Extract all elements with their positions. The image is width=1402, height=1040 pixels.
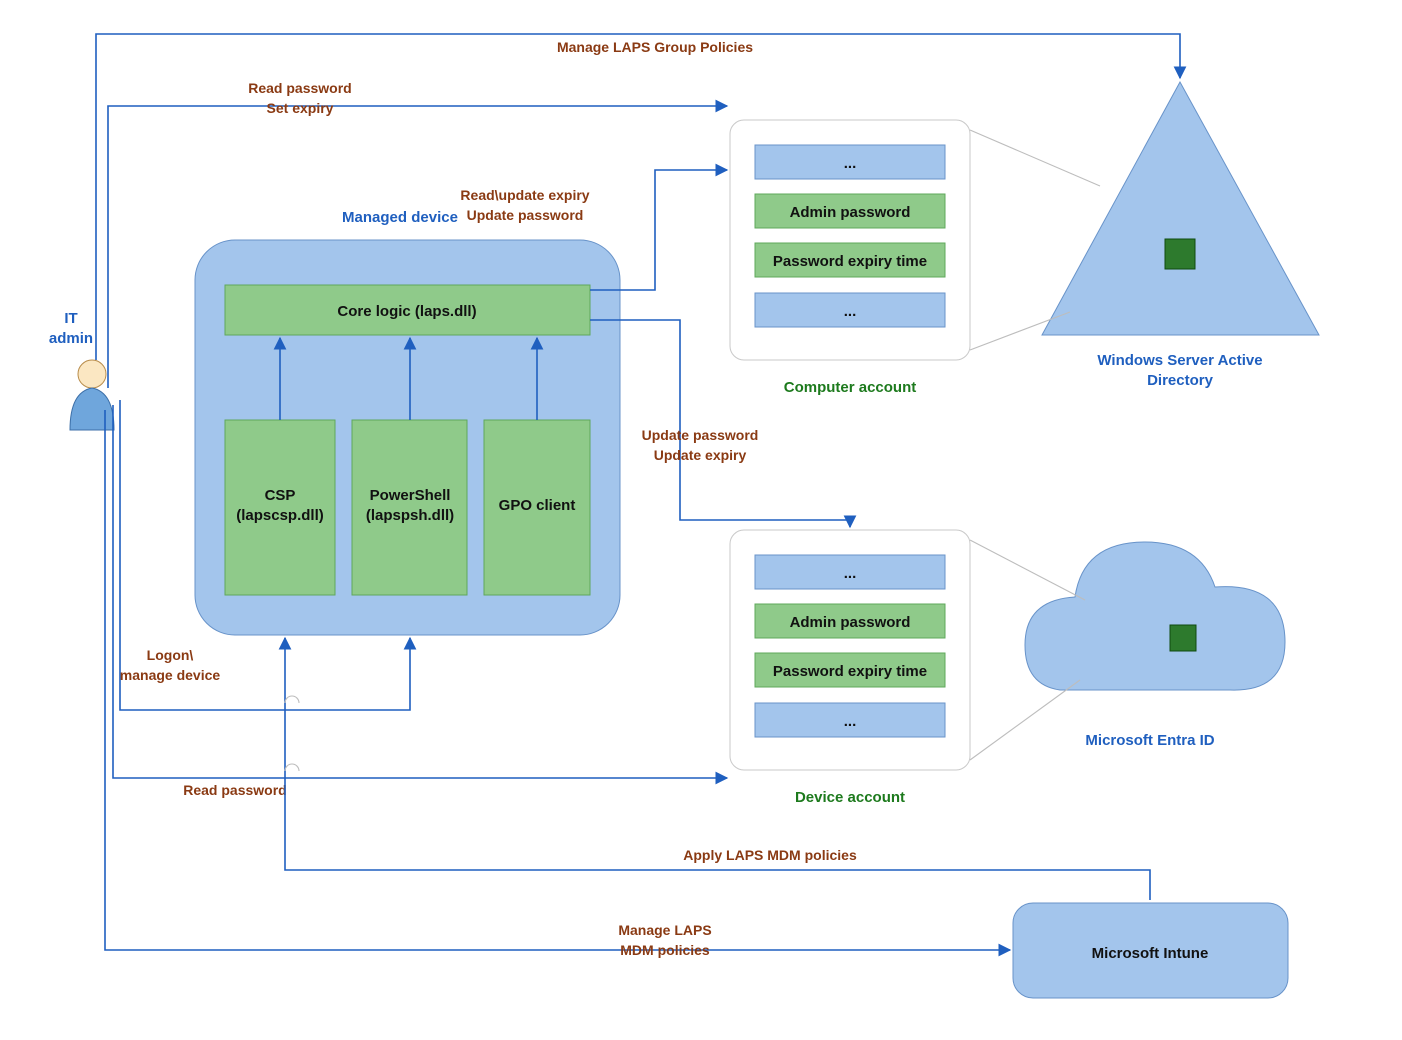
svg-text:Logon\: Logon\: [147, 647, 194, 663]
intune-node: Microsoft Intune: [1013, 903, 1288, 998]
svg-text:...: ...: [844, 303, 857, 320]
computer-account-panel: ... Admin password Password expiry time …: [730, 120, 970, 396]
module-gpo-client: GPO client: [484, 420, 590, 595]
svg-text:MDM policies: MDM policies: [620, 942, 710, 958]
svg-text:Windows Server Active: Windows Server Active: [1097, 352, 1262, 369]
module-powershell: PowerShell (lapspsh.dll): [352, 420, 467, 595]
managed-device: Managed device Core logic (laps.dll) CSP…: [195, 209, 620, 635]
managed-device-title: Managed device: [342, 209, 458, 226]
svg-text:Update password: Update password: [467, 207, 584, 223]
device-account-panel: ... Admin password Password expiry time …: [730, 530, 970, 806]
svg-text:Microsoft Entra ID: Microsoft Entra ID: [1085, 732, 1214, 749]
svg-text:...: ...: [844, 713, 857, 730]
svg-text:Read password: Read password: [248, 80, 351, 96]
active-directory-node: Windows Server Active Directory: [1042, 82, 1319, 389]
svg-text:Update password: Update password: [642, 427, 759, 443]
core-logic-label: Core logic (laps.dll): [337, 303, 476, 320]
device-account-title: Device account: [795, 789, 905, 806]
svg-text:manage device: manage device: [120, 667, 221, 683]
svg-text:Update expiry: Update expiry: [654, 447, 747, 463]
svg-text:Apply LAPS MDM policies: Apply LAPS MDM policies: [683, 847, 857, 863]
svg-text:Admin password: Admin password: [790, 614, 911, 631]
svg-text:Admin password: Admin password: [790, 204, 911, 221]
it-admin-label: admin: [49, 330, 93, 347]
svg-text:(lapscsp.dll): (lapscsp.dll): [236, 507, 324, 524]
svg-text:...: ...: [844, 155, 857, 172]
entra-id-node: Microsoft Entra ID: [1025, 542, 1285, 749]
svg-text:CSP: CSP: [265, 487, 296, 504]
svg-text:PowerShell: PowerShell: [370, 487, 451, 504]
svg-text:...: ...: [844, 565, 857, 582]
diagram-canvas: IT admin Managed device Core logic (laps…: [0, 0, 1402, 1040]
computer-account-title: Computer account: [784, 379, 917, 396]
svg-text:Password expiry time: Password expiry time: [773, 663, 927, 680]
svg-text:Password expiry time: Password expiry time: [773, 253, 927, 270]
label-manage-gp: Manage LAPS Group Policies: [557, 39, 753, 55]
svg-text:Manage LAPS: Manage LAPS: [618, 922, 711, 938]
svg-text:Set expiry: Set expiry: [267, 100, 334, 116]
it-admin-label: IT: [64, 310, 77, 327]
svg-text:Read password: Read password: [183, 782, 286, 798]
svg-text:GPO client: GPO client: [499, 497, 576, 514]
svg-text:Read\update expiry: Read\update expiry: [460, 187, 589, 203]
svg-text:Directory: Directory: [1147, 372, 1214, 389]
svg-text:(lapspsh.dll): (lapspsh.dll): [366, 507, 454, 524]
svg-text:Microsoft Intune: Microsoft Intune: [1092, 945, 1209, 962]
module-csp: CSP (lapscsp.dll): [225, 420, 335, 595]
